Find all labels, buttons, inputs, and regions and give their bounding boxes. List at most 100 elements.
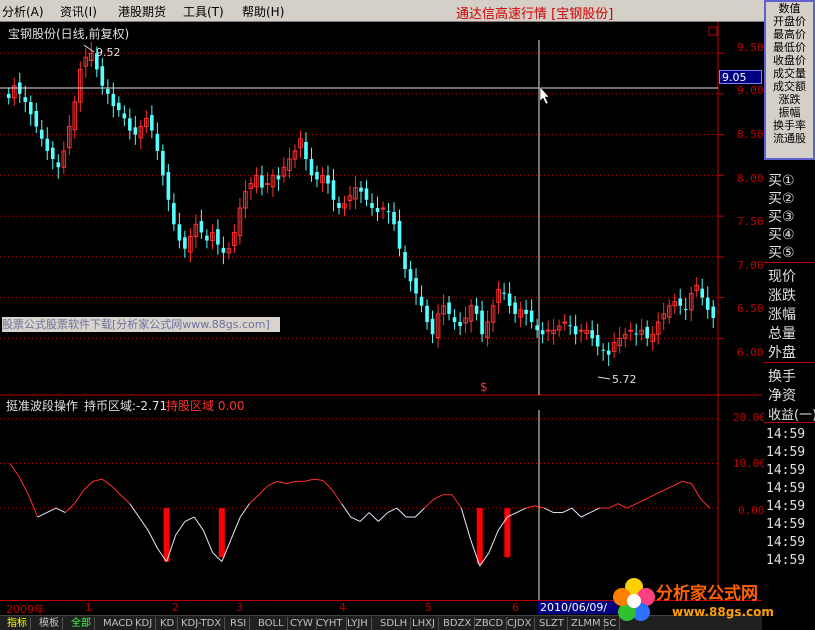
price-axis-tick: 6.00 <box>737 346 764 359</box>
low-price-arrow <box>597 376 611 380</box>
quote-side-panel: 数值 开盘价 最高价 最低价 收盘价 成交量 成交额 涨跌 振幅 换手率 流通股… <box>764 0 815 630</box>
date-axis-label: 1 <box>85 601 92 614</box>
quote-menu-item[interactable]: 换手率 <box>766 119 813 132</box>
candle-body-down <box>260 175 264 188</box>
candle-body-down <box>276 175 281 180</box>
indicator-line-segment <box>175 521 186 536</box>
chart-grid <box>0 22 762 600</box>
candle-body-down <box>205 235 209 241</box>
tab-rsi[interactable]: RSI <box>227 617 251 630</box>
candle-body-down <box>133 127 138 135</box>
candle-body-down <box>595 335 600 347</box>
tab-kdj[interactable]: KDJ <box>132 617 157 630</box>
tick-time: 14:59 <box>766 445 806 460</box>
tab-sdlh[interactable]: SDLH <box>377 617 412 630</box>
candle-body-up <box>562 321 567 324</box>
menu-hk-futures[interactable]: 港股期货 <box>118 3 166 20</box>
buy-level-5: 买⑤ <box>768 245 795 261</box>
candle-body-down <box>502 292 506 294</box>
indicator-line-segment <box>27 494 39 518</box>
indicator-line-segment <box>424 498 435 509</box>
tab-zbcd[interactable]: ZBCD <box>472 617 508 630</box>
quote-menu-item[interactable]: 最低价 <box>766 41 813 54</box>
quote-menu-item[interactable]: 涨跌 <box>766 93 813 106</box>
candle-body-down <box>6 93 11 98</box>
indicator-line-segment <box>654 489 665 496</box>
indicator-line-segment <box>193 516 204 531</box>
menu-info[interactable]: 资讯(I) <box>60 3 97 20</box>
tab-boll[interactable]: BOLL <box>255 617 288 630</box>
restore-icon <box>708 26 718 36</box>
candle-body-down <box>216 229 220 245</box>
quote-menu-item[interactable]: 最高价 <box>766 28 813 41</box>
candle-body-down <box>700 288 705 298</box>
indicator-line-segment <box>46 507 57 514</box>
indicator-line-segment <box>645 494 655 500</box>
indicator-line-segment <box>378 512 388 522</box>
candle-body-down <box>161 150 165 176</box>
candle-body-down <box>177 224 182 241</box>
quote-menu-item[interactable]: 收盘价 <box>766 54 813 67</box>
indicator-line-segment <box>359 512 370 522</box>
tick-time: 14:59 <box>766 427 806 442</box>
indicator-line-segment <box>590 507 600 514</box>
indicator-line-segment <box>9 463 20 478</box>
menu-tools[interactable]: 工具(T) <box>183 3 224 20</box>
indicator-line-segment <box>286 480 296 485</box>
indicator-line-segment <box>700 498 711 509</box>
indicator-line-segment <box>543 507 554 514</box>
tab-lyjh[interactable]: LYJH <box>344 617 372 630</box>
tab-slzt[interactable]: SLZT <box>536 617 568 630</box>
candle-body-down <box>199 221 204 233</box>
indicator-line-segment <box>37 512 48 518</box>
tab-all[interactable]: 全部 <box>68 617 95 630</box>
price-axis-tick: 7.00 <box>737 259 764 272</box>
candle-body-down <box>606 350 611 355</box>
indicator-line-segment <box>433 494 444 500</box>
panel-divider <box>764 422 815 423</box>
indicator-line-segment <box>120 494 131 505</box>
candle-body-down <box>117 102 121 111</box>
candle-body-down <box>408 269 413 282</box>
candle-body-down <box>480 310 484 335</box>
indicator-line-segment <box>460 507 472 540</box>
quote-menu-item[interactable]: 成交额 <box>766 80 813 93</box>
indicator-line-segment <box>341 503 352 518</box>
tab-kd[interactable]: KD <box>157 617 179 630</box>
quote-menu-item[interactable]: 成交量 <box>766 67 813 80</box>
tab-bdzx[interactable]: BDZX <box>440 617 476 630</box>
tab-cjdx[interactable]: CJDX <box>504 617 536 630</box>
menu-help[interactable]: 帮助(H) <box>242 3 284 20</box>
candle-body-down <box>331 180 336 200</box>
candle-body-down <box>678 298 683 306</box>
tab-cyht[interactable]: CYHT <box>313 617 347 630</box>
candle-body-down <box>452 317 457 323</box>
indicator-line <box>9 463 711 567</box>
indicator-line-segment <box>451 494 462 509</box>
indicator-line-segment <box>267 480 278 487</box>
candle-body-up <box>578 329 584 332</box>
date-axis-label: 5 <box>425 601 432 614</box>
crosshair-price-readout: 9.05 <box>719 70 762 84</box>
candle-body-down <box>683 309 688 310</box>
watermark-banner: 股票公式股票软件下载[分析家公式网www.88gs.com] <box>2 317 280 332</box>
tab-indicator[interactable]: 指标 <box>4 617 31 630</box>
indicator-name: 挺准波段操作 <box>6 399 79 413</box>
candle-body-down <box>34 111 39 127</box>
tab-template[interactable]: 模板 <box>36 617 63 630</box>
tab-lhxj[interactable]: LHXJ <box>409 617 439 630</box>
candle-body-down <box>106 89 110 94</box>
quote-menu-item[interactable]: 开盘价 <box>766 15 813 28</box>
quote-menu-item[interactable]: 流通股 <box>766 132 813 145</box>
quote-menu-item[interactable]: 数值 <box>766 2 813 15</box>
quote-menu-item[interactable]: 振幅 <box>766 106 813 119</box>
menu-analysis[interactable]: 分析(A) <box>2 3 44 20</box>
low-price-label: 5.72 <box>612 373 637 386</box>
indicator-line-segment <box>239 503 250 518</box>
indicator-line-segment <box>110 485 121 496</box>
candle-body-down <box>172 203 176 225</box>
candle-body-up <box>628 329 633 332</box>
indicator-line-segment <box>249 494 260 505</box>
candle-body-down <box>529 310 534 323</box>
tab-kdj-tdx[interactable]: KDJ-TDX <box>178 617 226 630</box>
